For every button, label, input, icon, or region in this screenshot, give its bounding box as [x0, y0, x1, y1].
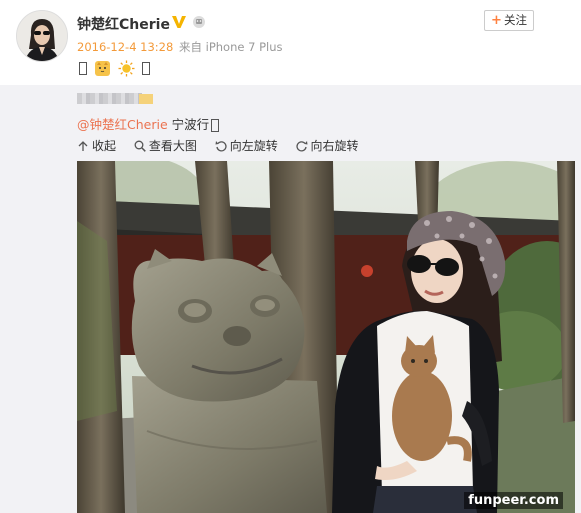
post-photo[interactable]: funpeer.com: [77, 161, 575, 513]
collapse-icon: [78, 140, 88, 151]
source-device[interactable]: iPhone 7 Plus: [206, 40, 283, 54]
rotate-right-button[interactable]: 向右旋转: [295, 137, 359, 154]
location-text: 宁波行: [171, 117, 210, 132]
repost-area: @钟楚红Cherie 宁波行 收起 查看大图 向左旋转 向右旋转 funpeer…: [0, 85, 581, 513]
photo-watermark: funpeer.com: [464, 492, 563, 509]
follow-button[interactable]: + 关注: [484, 10, 534, 31]
sun-emoji: [118, 60, 135, 77]
collapse-button[interactable]: 收起: [77, 137, 116, 154]
image-toolbar: 收起 查看大图 向左旋转 向右旋转: [77, 137, 373, 155]
user-name[interactable]: 钟楚红Cherie: [77, 14, 170, 34]
missing-glyph: [211, 119, 220, 132]
verified-v-icon: [172, 16, 186, 28]
member-level-icon: [193, 16, 205, 28]
rotate-left-icon: [215, 140, 227, 151]
cat-emoji: [95, 61, 111, 76]
photo-illustration: [77, 161, 575, 513]
plus-icon: +: [491, 13, 502, 28]
rotate-left-button[interactable]: 向左旋转: [215, 137, 278, 154]
view-large-label: 查看大图: [148, 139, 197, 153]
post-text: [77, 60, 152, 77]
follow-label: 关注: [503, 13, 527, 27]
post-timestamp[interactable]: 2016-12-4 13:28: [77, 40, 173, 54]
collapse-label: 收起: [92, 139, 117, 153]
mention-link[interactable]: @钟楚红Cherie: [77, 117, 168, 132]
post-meta: 2016-12-4 13:28 来自 iPhone 7 Plus: [77, 39, 282, 55]
avatar[interactable]: [16, 10, 68, 62]
missing-glyph: [79, 62, 87, 75]
post-header: 钟楚红Cherie 2016-12-4 13:28 来自 iPhone 7 Pl…: [0, 0, 581, 85]
zoom-icon: [134, 140, 146, 152]
rotate-right-icon: [295, 140, 308, 151]
rotate-left-label: 向左旋转: [229, 139, 278, 153]
blurred-username: [77, 92, 155, 106]
view-large-button[interactable]: 查看大图: [134, 137, 197, 154]
missing-glyph: [142, 62, 151, 75]
rotate-right-label: 向右旋转: [310, 139, 359, 153]
source-prefix: 来自: [178, 40, 202, 54]
repost-text: @钟楚红Cherie 宁波行: [77, 114, 221, 133]
